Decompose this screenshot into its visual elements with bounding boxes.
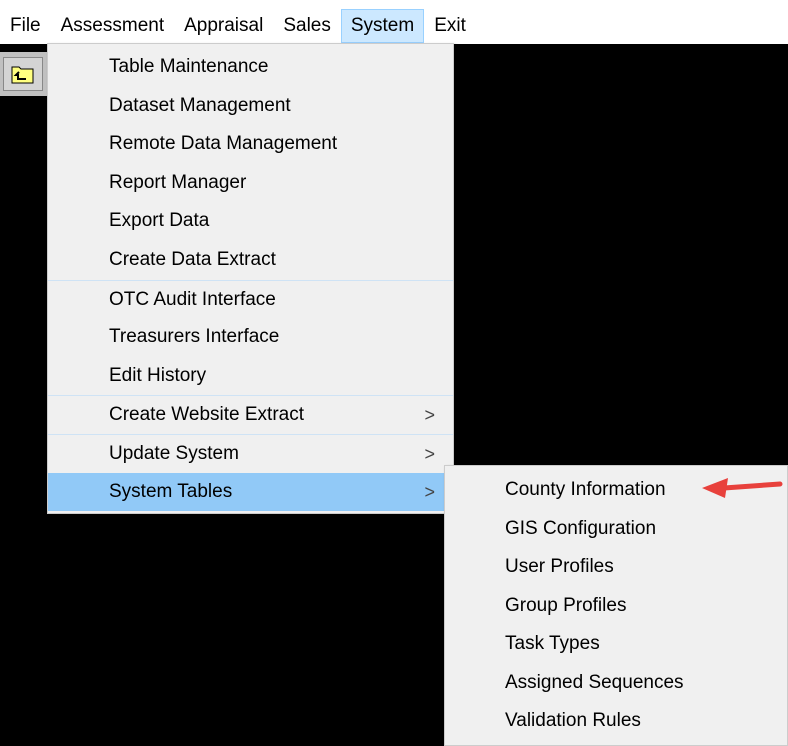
menu-item-gis-configuration[interactable]: GIS Configuration (445, 510, 787, 549)
menu-item-create-data-extract[interactable]: Create Data Extract (48, 241, 453, 280)
menu-file[interactable]: File (0, 9, 51, 43)
menu-item-system-tables[interactable]: System Tables > (48, 472, 453, 512)
system-menu: Table Maintenance Dataset Management Rem… (47, 43, 454, 514)
menu-item-treasurers-interface[interactable]: Treasurers Interface (48, 318, 453, 357)
menu-item-task-types[interactable]: Task Types (445, 625, 787, 664)
menu-item-table-maintenance[interactable]: Table Maintenance (48, 48, 453, 87)
folder-up-button[interactable] (3, 57, 43, 91)
menu-exit[interactable]: Exit (424, 9, 476, 43)
label: Export Data (109, 210, 210, 232)
menu-item-export-data[interactable]: Export Data (48, 202, 453, 241)
label: Report Manager (109, 171, 247, 193)
label: Remote Data Management (109, 133, 338, 155)
chevron-right-icon: > (424, 443, 435, 464)
chevron-right-icon: > (424, 405, 435, 426)
menu-item-dataset-management[interactable]: Dataset Management (48, 87, 453, 126)
chevron-right-icon: > (424, 481, 435, 502)
menu-bar: File Assessment Appraisal Sales System E… (0, 0, 788, 44)
menu-item-create-website-extract[interactable]: Create Website Extract > (48, 395, 453, 434)
label: OTC Audit Interface (109, 288, 276, 310)
label: Create Website Extract (109, 404, 305, 426)
label: Create Data Extract (109, 248, 276, 270)
menu-item-remote-data-management[interactable]: Remote Data Management (48, 125, 453, 164)
label: Table Maintenance (109, 56, 269, 77)
menu-item-user-profiles[interactable]: User Profiles (445, 548, 787, 587)
menu-item-group-profiles[interactable]: Group Profiles (445, 587, 787, 626)
label: System Tables (109, 480, 233, 502)
label: Edit History (109, 364, 207, 386)
menu-appraisal[interactable]: Appraisal (174, 9, 273, 43)
system-tables-submenu: County Information GIS Configuration Use… (444, 465, 788, 746)
menu-item-update-system[interactable]: Update System > (48, 433, 453, 473)
menu-assessment[interactable]: Assessment (51, 9, 174, 43)
toolbar (0, 52, 50, 96)
label: Dataset Management (109, 94, 291, 116)
menu-item-report-manager[interactable]: Report Manager (48, 164, 453, 203)
menu-system[interactable]: System (340, 9, 425, 43)
annotation-arrow-icon (702, 478, 783, 498)
folder-up-icon (11, 66, 34, 84)
label: Update System (109, 442, 239, 464)
menu-item-validation-rules[interactable]: Validation Rules (445, 702, 787, 741)
menu-sales[interactable]: Sales (273, 9, 341, 43)
menu-item-otc-audit-interface[interactable]: OTC Audit Interface (48, 279, 453, 319)
label: Treasurers Interface (109, 326, 280, 348)
menu-item-assigned-sequences[interactable]: Assigned Sequences (445, 664, 787, 703)
menu-item-edit-history[interactable]: Edit History (48, 357, 453, 396)
